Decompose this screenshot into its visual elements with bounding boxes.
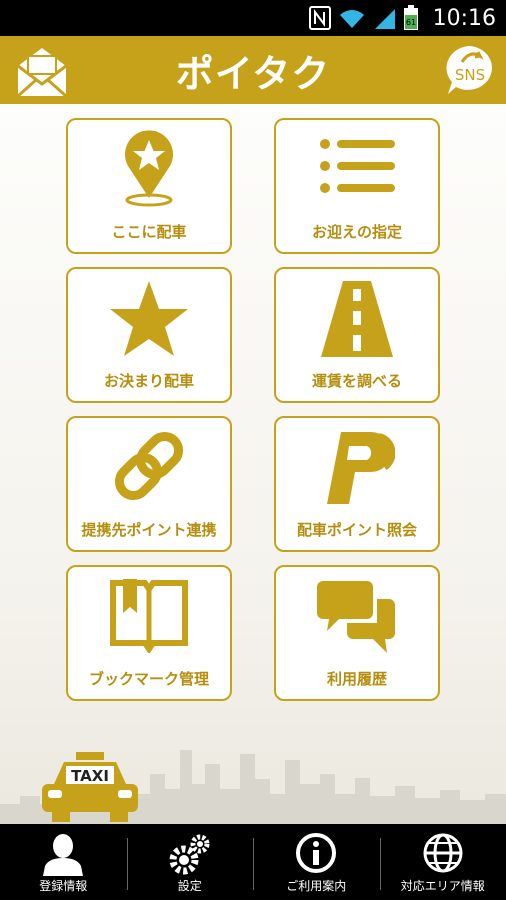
chat-bubbles-icon	[317, 581, 395, 653]
app-title: ポイタク	[175, 51, 331, 96]
main-menu-area: TAXI ここに配車 お迎えの指定 お決まり配車 運賃を調べる 提携先ポイント連…	[0, 104, 506, 824]
svg-text:SNS: SNS	[455, 66, 485, 84]
mail-icon[interactable]	[14, 42, 70, 98]
menu-label: ここに配車	[111, 223, 187, 241]
nav-label: 設定	[177, 879, 202, 893]
link-icon	[114, 431, 184, 501]
menu-label: お迎えの指定	[311, 223, 402, 241]
battery-icon: 61	[403, 5, 418, 30]
fare-check-button[interactable]: 運賃を調べる	[274, 267, 440, 403]
signal-icon	[374, 9, 395, 29]
wifi-icon	[339, 10, 364, 28]
menu-label: 運賃を調べる	[311, 372, 402, 390]
svg-text:61: 61	[406, 18, 416, 27]
sns-bubble-icon: SNS	[446, 46, 492, 94]
user-icon	[43, 834, 84, 876]
bookmark-book-icon	[110, 579, 188, 653]
menu-label: 配車ポイント照会	[296, 521, 417, 539]
list-icon	[320, 139, 395, 193]
road-icon	[321, 281, 393, 357]
globe-icon	[423, 833, 463, 873]
dispatch-points-button[interactable]: 配車ポイント照会	[274, 416, 440, 552]
menu-label: お決まり配車	[103, 372, 194, 390]
status-bar: 61 10:16	[0, 0, 506, 36]
nav-label: 対応エリア情報	[400, 879, 485, 893]
bottom-nav: 登録情報 設定 ご利用案内 対応エリア情報	[0, 824, 506, 900]
dispatch-here-button[interactable]: ここに配車	[66, 118, 232, 254]
nav-label: 登録情報	[39, 879, 88, 893]
nav-service-area[interactable]: 対応エリア情報	[379, 824, 506, 900]
gears-icon	[169, 834, 210, 875]
bookmark-manage-button[interactable]: ブックマーク管理	[66, 565, 232, 701]
svg-text:TAXI: TAXI	[71, 767, 109, 785]
menu-label: 利用履歴	[326, 670, 387, 688]
nav-guide[interactable]: ご利用案内	[253, 824, 380, 900]
sns-button[interactable]: SNS	[442, 42, 498, 98]
partner-points-button[interactable]: 提携先ポイント連携	[66, 416, 232, 552]
star-icon	[110, 281, 188, 356]
nfc-icon	[308, 6, 331, 30]
p-points-icon	[327, 432, 395, 504]
menu-label: 提携先ポイント連携	[81, 521, 217, 539]
history-button[interactable]: 利用履歴	[274, 565, 440, 701]
menu-label: ブックマーク管理	[88, 670, 209, 688]
clock: 10:16	[432, 5, 496, 31]
nav-settings[interactable]: 設定	[126, 824, 254, 900]
map-pin-star-icon	[125, 130, 173, 207]
pickup-time-button[interactable]: お迎えの指定	[274, 118, 440, 254]
favorite-dispatch-button[interactable]: お決まり配車	[66, 267, 232, 403]
info-icon	[296, 833, 337, 873]
app-header: ポイタク SNS	[0, 36, 506, 104]
taxi-graphic: TAXI	[42, 752, 138, 822]
nav-registration[interactable]: 登録情報	[0, 824, 127, 900]
nav-label: ご利用案内	[286, 879, 347, 893]
